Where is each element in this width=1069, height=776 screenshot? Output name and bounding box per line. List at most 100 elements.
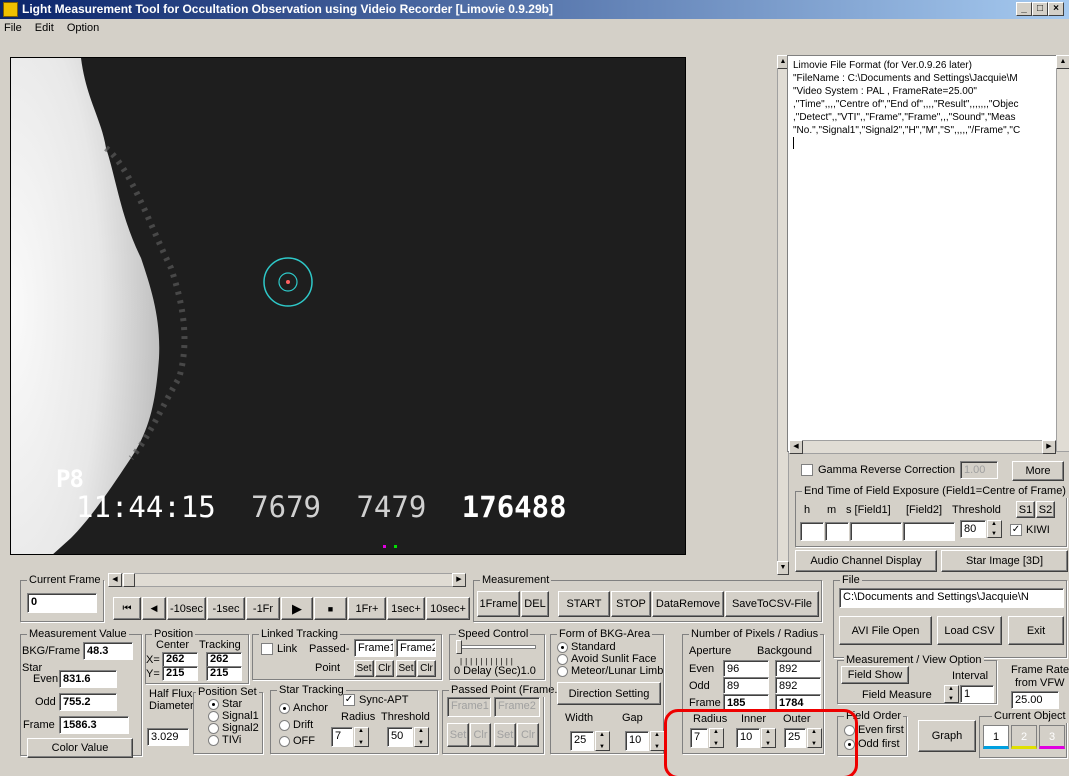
- minus-1sec-button[interactable]: -1sec: [207, 597, 245, 620]
- one-frame-button[interactable]: 1Frame: [477, 591, 520, 617]
- measurement-value-legend: Measurement Value: [27, 627, 129, 641]
- radio-tivi[interactable]: [208, 735, 219, 746]
- first-frame-button[interactable]: ⏮: [113, 597, 141, 620]
- log-hscrollbar[interactable]: ◀ ▶: [789, 440, 1056, 454]
- linked-clr1-button[interactable]: Clr: [375, 660, 394, 677]
- data-remove-button[interactable]: DataRemove: [652, 591, 724, 617]
- object-3-button[interactable]: 3: [1039, 725, 1065, 749]
- pp-set2-button[interactable]: Set: [494, 723, 516, 747]
- radio-off[interactable]: [279, 736, 290, 747]
- radio-standard[interactable]: [557, 642, 568, 653]
- radio-avoid-sunlit[interactable]: [557, 654, 568, 665]
- start-button[interactable]: START: [558, 591, 610, 617]
- log-scroll-left-icon[interactable]: ◀: [789, 440, 803, 454]
- radio-anchor[interactable]: [279, 703, 290, 714]
- log-vscrollbar[interactable]: ▲: [1056, 55, 1069, 452]
- minimize-icon[interactable]: _: [1016, 2, 1032, 16]
- object-1-button[interactable]: 1: [983, 725, 1009, 749]
- st-threshold-spinner[interactable]: [414, 727, 429, 747]
- star-image-button[interactable]: Star Image [3D]: [941, 550, 1068, 572]
- sync-apt-checkbox[interactable]: ✓: [343, 694, 355, 706]
- load-csv-button[interactable]: Load CSV: [937, 616, 1002, 645]
- gap-spinner[interactable]: [650, 731, 665, 751]
- gamma-input[interactable]: 1.00: [960, 461, 998, 479]
- play-button[interactable]: ▶: [281, 597, 313, 620]
- pp-frame1-input[interactable]: Frame1: [447, 697, 491, 717]
- threshold-spinner[interactable]: [987, 520, 1002, 538]
- field2-input[interactable]: [903, 522, 955, 541]
- gap-input[interactable]: 10: [625, 731, 649, 751]
- stop-button[interactable]: STOP: [611, 591, 651, 617]
- speed-slider-thumb[interactable]: [456, 640, 462, 654]
- radio-signal1[interactable]: [208, 711, 219, 722]
- link-checkbox[interactable]: [261, 643, 273, 655]
- scroll-down-icon[interactable]: ▼: [777, 561, 789, 575]
- avi-open-button[interactable]: AVI File Open: [839, 616, 932, 645]
- file-path-input[interactable]: C:\Documents and Settings\Jacquie\N: [839, 588, 1064, 608]
- exit-button[interactable]: Exit: [1008, 616, 1064, 645]
- radio-signal2[interactable]: [208, 723, 219, 734]
- plus-1sec-button[interactable]: 1sec+: [387, 597, 425, 620]
- width-input[interactable]: 25: [570, 731, 594, 751]
- linked-frame1-input[interactable]: Frame1: [354, 639, 394, 657]
- menu-option[interactable]: Option: [67, 22, 99, 34]
- plus-10sec-button[interactable]: 10sec+: [426, 597, 470, 620]
- log-scroll-right-icon[interactable]: ▶: [1042, 440, 1056, 454]
- kiwi-checkbox[interactable]: ✓: [1010, 524, 1022, 536]
- threshold-input[interactable]: 80: [960, 520, 986, 538]
- slider-thumb[interactable]: [123, 573, 135, 587]
- color-value-button[interactable]: Color Value: [27, 738, 133, 758]
- pp-clr2-button[interactable]: Clr: [517, 723, 539, 747]
- log-scroll-up-icon[interactable]: ▲: [1056, 55, 1069, 69]
- radio-meteor[interactable]: [557, 666, 568, 677]
- direction-setting-button[interactable]: Direction Setting: [557, 682, 661, 705]
- s1-button[interactable]: S1: [1016, 501, 1035, 518]
- st-threshold-input[interactable]: 50: [387, 727, 413, 747]
- stop-playback-button[interactable]: ■: [314, 597, 347, 620]
- pp-set1-button[interactable]: Set: [447, 723, 469, 747]
- interval-input[interactable]: 1: [960, 685, 994, 703]
- del-button[interactable]: DEL: [521, 591, 549, 617]
- st-radius-input[interactable]: 7: [331, 727, 353, 747]
- interval-spinner[interactable]: [944, 685, 959, 703]
- pp-clr1-button[interactable]: Clr: [470, 723, 491, 747]
- frame-slider[interactable]: ◀ ▶: [108, 573, 466, 587]
- audio-channel-button[interactable]: Audio Channel Display: [795, 550, 937, 572]
- hour-input[interactable]: [800, 522, 824, 541]
- st-radius-spinner[interactable]: [354, 727, 369, 747]
- video-display[interactable]: P8 11:44:15 7679 7479 176488: [10, 57, 686, 555]
- plus-1fr-button[interactable]: 1Fr+: [348, 597, 386, 620]
- radio-star[interactable]: [208, 699, 219, 710]
- close-icon[interactable]: ×: [1048, 2, 1064, 16]
- maximize-icon[interactable]: □: [1032, 2, 1048, 16]
- menu-file[interactable]: File: [4, 22, 22, 34]
- menu-edit[interactable]: Edit: [35, 22, 54, 34]
- more-button[interactable]: More: [1012, 461, 1064, 481]
- width-spinner[interactable]: [595, 731, 610, 751]
- pp-frame2-input[interactable]: Frame2: [494, 697, 540, 717]
- linked-frame2-input[interactable]: Frame2: [396, 639, 436, 657]
- frame-rate-input[interactable]: 25.00: [1011, 691, 1059, 709]
- linked-set1-button[interactable]: Set: [354, 660, 374, 677]
- field-show-button[interactable]: Field Show: [841, 666, 909, 684]
- minus-10sec-button[interactable]: -10sec: [167, 597, 206, 620]
- current-frame-input[interactable]: 0: [27, 593, 97, 613]
- speed-slider-track[interactable]: [458, 645, 536, 649]
- object-2-button[interactable]: 2: [1011, 725, 1037, 749]
- gamma-checkbox[interactable]: [801, 464, 813, 476]
- graph-button[interactable]: Graph: [918, 720, 976, 752]
- slider-right-icon[interactable]: ▶: [452, 573, 466, 587]
- linked-clr2-button[interactable]: Clr: [417, 660, 436, 677]
- minute-input[interactable]: [825, 522, 849, 541]
- prev-button[interactable]: ◀: [142, 597, 166, 620]
- log-text-area[interactable]: Limovie File Format (for Ver.0.9.26 late…: [787, 55, 1069, 452]
- slider-left-icon[interactable]: ◀: [108, 573, 122, 587]
- field-exposure-group: End Time of Field Exposure (Field1=Centr…: [795, 484, 1068, 547]
- radio-drift[interactable]: [279, 720, 290, 731]
- s2-button[interactable]: S2: [1036, 501, 1055, 518]
- save-csv-button[interactable]: SaveToCSV-File: [725, 591, 819, 617]
- second-field1-input[interactable]: [850, 522, 902, 541]
- minus-1fr-button[interactable]: -1Fr: [246, 597, 280, 620]
- log-line: "No.","Signal1","Signal2","H","M","S",,,…: [793, 125, 1021, 136]
- linked-set2-button[interactable]: Set: [396, 660, 416, 677]
